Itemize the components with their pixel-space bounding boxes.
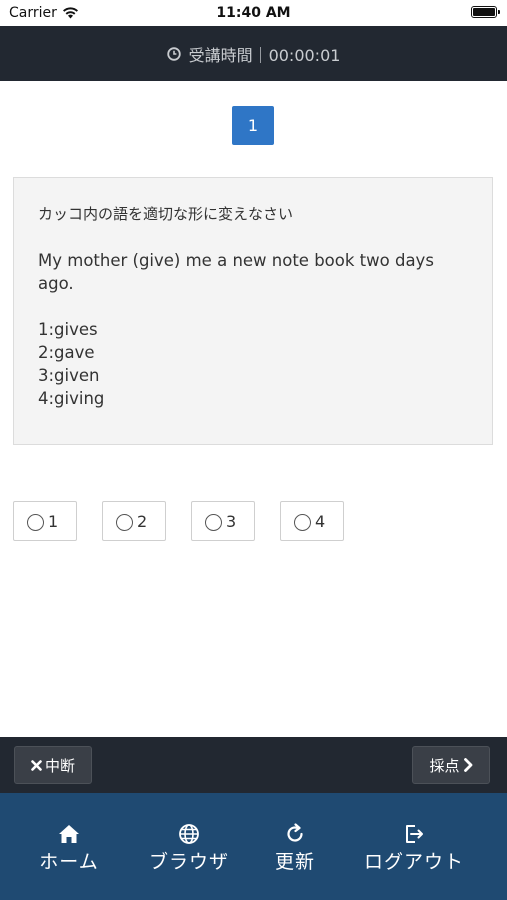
- tab-logout[interactable]: ログアウト: [361, 823, 467, 874]
- tab-browser[interactable]: ブラウザ: [146, 823, 232, 874]
- question-option: 3:given: [38, 366, 100, 385]
- clock-icon: [166, 46, 181, 61]
- answer-label: 3: [226, 511, 237, 531]
- radio-button[interactable]: [27, 514, 44, 531]
- status-time: 11:40 AM: [216, 5, 291, 21]
- question-option: 1:gives: [38, 320, 98, 339]
- answer-label: 2: [137, 511, 148, 531]
- elapsed-time-text: 受講時間｜00:00:01: [188, 45, 341, 65]
- close-icon: [31, 759, 42, 771]
- question-panel: カッコ内の語を適切な形に変えなさい My mother (give) me a …: [13, 177, 493, 445]
- tab-logout-label: ログアウト: [363, 851, 464, 873]
- score-button[interactable]: 採点: [412, 746, 490, 784]
- question-page-button[interactable]: 1: [232, 106, 274, 145]
- tab-refresh-label: 更新: [274, 851, 315, 873]
- score-label: 採点: [429, 756, 460, 775]
- tab-browser-label: ブラウザ: [148, 851, 229, 873]
- status-bar: Carrier 11:40 AM: [0, 0, 507, 26]
- globe-icon: [179, 824, 199, 844]
- refresh-icon: [287, 823, 303, 842]
- home-icon: [59, 825, 79, 843]
- answer-option-4[interactable]: 4: [280, 501, 344, 541]
- action-bar: 中断 採点: [0, 737, 507, 793]
- radio-button[interactable]: [205, 514, 222, 531]
- answer-label: 1: [48, 511, 59, 531]
- question-instruction: カッコ内の語を適切な形に変えなさい: [38, 205, 294, 223]
- question-sentence: My mother (give) me a new note book two …: [38, 251, 434, 293]
- answer-option-2[interactable]: 2: [102, 501, 166, 541]
- answer-choices: 1 2 3 4: [13, 501, 344, 541]
- bottom-tab-bar: ホーム ブラウザ 更新 ログアウト: [0, 793, 507, 900]
- suspend-label: 中断: [44, 756, 75, 775]
- answer-option-3[interactable]: 3: [191, 501, 255, 541]
- suspend-button[interactable]: 中断: [14, 746, 92, 784]
- chevron-right-icon: [463, 758, 472, 772]
- battery-icon: [471, 6, 500, 18]
- tab-home-label: ホーム: [39, 851, 99, 873]
- tab-home[interactable]: ホーム: [37, 823, 101, 874]
- answer-option-1[interactable]: 1: [13, 501, 77, 541]
- question-option: 4:giving: [38, 389, 105, 408]
- logout-icon: [406, 825, 423, 843]
- tab-refresh[interactable]: 更新: [272, 823, 318, 874]
- elapsed-time-header: 受講時間｜00:00:01: [0, 26, 507, 81]
- answer-label: 4: [315, 511, 326, 531]
- radio-button[interactable]: [294, 514, 311, 531]
- radio-button[interactable]: [116, 514, 133, 531]
- question-option: 2:gave: [38, 343, 95, 362]
